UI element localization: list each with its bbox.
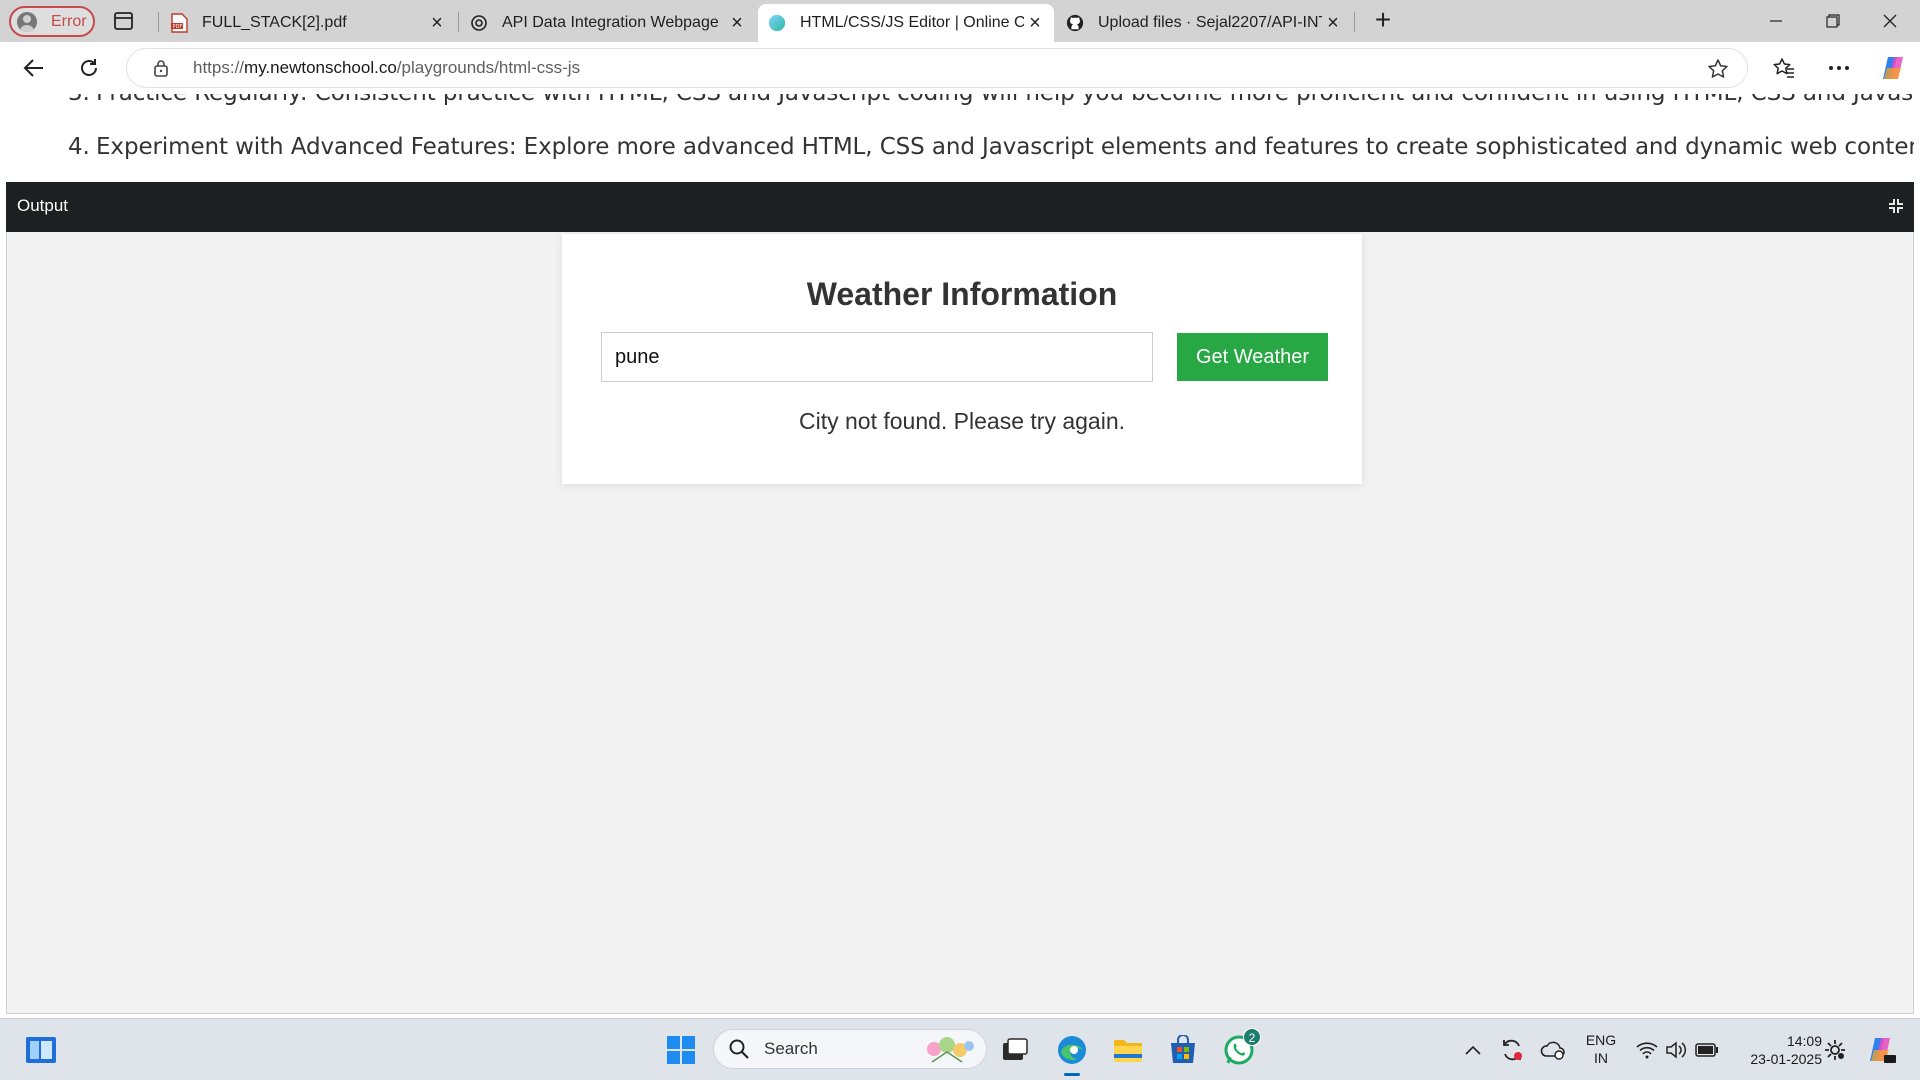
copilot-icon[interactable]	[1876, 51, 1910, 85]
onedrive-status-icon[interactable]	[1534, 1031, 1572, 1069]
whatsapp-icon[interactable]: 2	[1220, 1028, 1261, 1069]
favorites-icon[interactable]	[1767, 51, 1801, 85]
tab-title: HTML/CSS/JS Editor | Online Com	[800, 14, 1024, 31]
tab-close-icon[interactable]: ×	[1322, 12, 1344, 34]
tab-title: FULL_STACK[2].pdf	[202, 14, 347, 31]
notification-badge: 2	[1243, 1028, 1261, 1046]
restore-button[interactable]	[1813, 8, 1853, 34]
collapse-panel-icon[interactable]	[1888, 198, 1904, 214]
favorite-star-icon[interactable]	[1707, 58, 1729, 80]
city-input[interactable]	[601, 332, 1153, 382]
profile-avatar-icon	[17, 11, 37, 32]
list-item: 3.Practice Regularly: Consistent practic…	[68, 94, 1914, 106]
refresh-icon	[81, 59, 97, 76]
openai-icon	[470, 14, 488, 32]
file-explorer-icon[interactable]	[1109, 1031, 1147, 1069]
notification-settings-icon[interactable]	[1816, 1031, 1854, 1069]
output-preview-frame: Weather Information Get Weather City not…	[6, 232, 1914, 1014]
address-bar[interactable]: https://my.newtonschool.co/playgrounds/h…	[126, 48, 1748, 88]
clock-time: 14:09	[1786, 1033, 1822, 1049]
sync-status-icon[interactable]	[1493, 1031, 1531, 1069]
show-hidden-icons-chevron-up-icon[interactable]	[1454, 1031, 1492, 1069]
list-item-number: 3.	[68, 94, 96, 106]
newton-school-icon	[768, 14, 786, 32]
keyboard-region: IN	[1594, 1050, 1608, 1066]
clock-date: 23-01-2025	[1750, 1051, 1822, 1067]
url-host: my.newtonschool.co	[244, 58, 397, 77]
new-tab-button[interactable]: +	[1370, 6, 1396, 34]
weather-title: Weather Information	[806, 276, 1118, 312]
list-item-number: 4.	[68, 134, 90, 160]
edge-browser-icon[interactable]	[1053, 1031, 1091, 1076]
svg-text:PDF: PDF	[173, 24, 183, 30]
language-code: ENG	[1585, 1032, 1617, 1048]
tab-github-upload-files[interactable]: Upload files · Sejal2207/API-INTE ×	[1056, 4, 1352, 42]
browser-tab-strip: Error PDF FULL_STACK[2].pdf × API Data I…	[0, 0, 1920, 42]
tab-close-icon[interactable]: ×	[426, 12, 448, 34]
close-window-button[interactable]	[1870, 8, 1910, 34]
tab-title: Upload files · Sejal2207/API-INTE	[1098, 14, 1322, 31]
tab-close-icon[interactable]: ×	[726, 12, 748, 34]
widgets-icon[interactable]	[22, 1031, 60, 1069]
weather-status-message: City not found. Please try again.	[798, 408, 1126, 434]
list-item-text: Practice Regularly: Consistent practice …	[96, 94, 1914, 106]
url-text: https://my.newtonschool.co/playgrounds/h…	[193, 58, 580, 78]
windows-taskbar: Search 2 ENG IN 14:09 23-01-2025	[0, 1018, 1920, 1080]
pdf-icon: PDF	[170, 13, 188, 33]
start-menu-icon[interactable]	[662, 1031, 700, 1069]
task-view-icon[interactable]	[996, 1031, 1034, 1069]
list-item: 4. Experiment with Advanced Features: Exp…	[68, 134, 1914, 160]
browser-toolbar: https://my.newtonschool.co/playgrounds/h…	[0, 42, 1920, 94]
tips-list: 3.Practice Regularly: Consistent practic…	[6, 94, 1914, 182]
minimize-button[interactable]	[1756, 8, 1796, 34]
github-icon	[1066, 14, 1084, 32]
back-button[interactable]	[17, 51, 51, 85]
tab-separator	[458, 12, 459, 32]
tab-separator	[158, 12, 159, 32]
search-label: Search	[764, 1039, 818, 1058]
microsoft-store-icon[interactable]	[1164, 1031, 1202, 1069]
search-highlight-flowers-icon	[927, 1037, 974, 1063]
weather-card: Weather Information Get Weather City not…	[562, 234, 1362, 484]
lock-icon[interactable]	[151, 58, 171, 78]
tab-api-data-integration[interactable]: API Data Integration Webpage ×	[460, 4, 756, 42]
list-item-text: Experiment with Advanced Features: Explo…	[96, 134, 1914, 160]
tab-close-icon[interactable]: ×	[1024, 12, 1046, 34]
refresh-button[interactable]	[72, 51, 106, 85]
copilot-taskbar-icon[interactable]	[1862, 1031, 1900, 1069]
profile-status-label: Error	[51, 12, 87, 30]
get-weather-button[interactable]: Get Weather	[1177, 333, 1328, 381]
url-scheme: https://	[193, 58, 245, 77]
tab-separator	[1354, 12, 1355, 32]
profile-button[interactable]: Error	[9, 6, 95, 37]
taskbar-search[interactable]: Search	[713, 1029, 987, 1069]
tab-full-stack-pdf[interactable]: PDF FULL_STACK[2].pdf ×	[160, 4, 456, 42]
tab-html-css-js-editor[interactable]: HTML/CSS/JS Editor | Online Com ×	[758, 4, 1054, 42]
output-panel-header: Output	[6, 182, 1914, 232]
more-options-icon[interactable]	[1822, 51, 1856, 85]
tab-actions-icon[interactable]	[112, 10, 136, 32]
output-panel-title: Output	[17, 196, 69, 215]
back-arrow-icon	[23, 59, 43, 77]
system-clock[interactable]: 14:09 23-01-2025	[1732, 1032, 1822, 1068]
tab-title: API Data Integration Webpage	[502, 14, 719, 31]
url-path: /playgrounds/html-css-js	[396, 58, 581, 77]
page-content: 3.Practice Regularly: Consistent practic…	[0, 94, 1920, 1018]
search-icon	[729, 1039, 749, 1059]
language-indicator[interactable]: ENG IN	[1578, 1031, 1624, 1067]
battery-icon[interactable]	[1688, 1031, 1726, 1069]
